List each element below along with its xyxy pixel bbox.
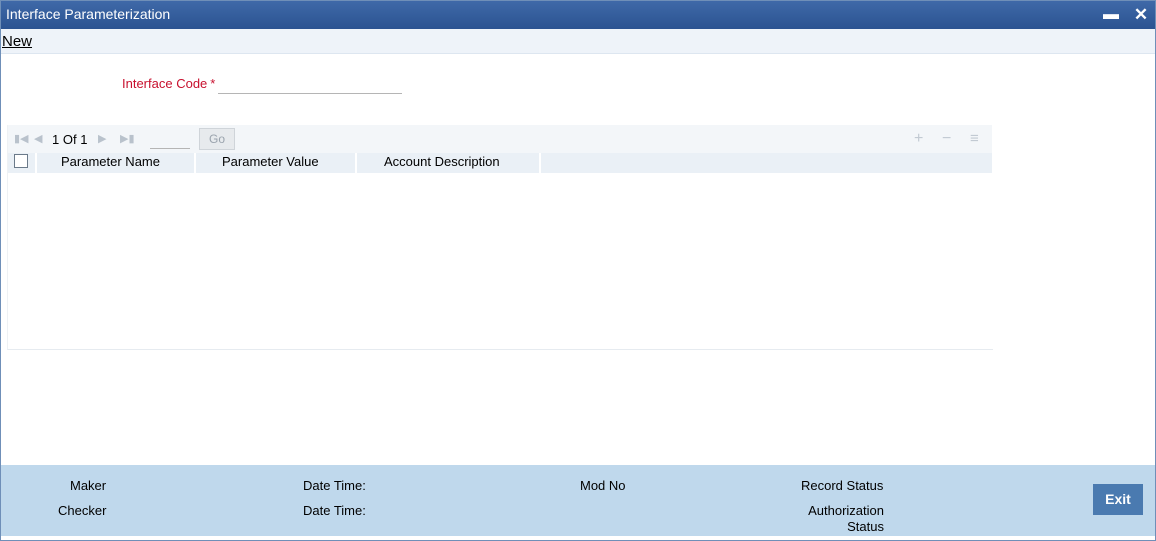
interface-code-label-text: Interface Code <box>122 76 208 91</box>
of-label: Of <box>62 132 77 147</box>
checker-label: Checker <box>58 503 107 518</box>
close-icon[interactable]: ✕ <box>1131 5 1151 25</box>
column-header-parameter-name[interactable]: Parameter Name <box>37 153 196 173</box>
parameters-grid: ▮◀ ◀ 1 Of 1 ▶ ▶▮ Go + − ≡ Parameter Name… <box>7 125 993 350</box>
select-all-cell <box>8 153 37 173</box>
new-link[interactable]: New <box>2 33 32 50</box>
next-page-icon[interactable]: ▶ <box>98 132 106 145</box>
prev-page-icon[interactable]: ◀ <box>34 132 42 145</box>
audit-footer: Maker Checker Date Time: Date Time: Mod … <box>1 465 1155 536</box>
current-page: 1 <box>52 132 60 147</box>
minus-icon[interactable]: − <box>942 130 951 148</box>
go-button[interactable]: Go <box>199 128 235 150</box>
last-page-icon[interactable]: ▶▮ <box>120 132 135 145</box>
grid-header: Parameter Name Parameter Value Account D… <box>8 153 992 173</box>
grid-toolbar: ▮◀ ◀ 1 Of 1 ▶ ▶▮ Go + − ≡ <box>8 125 992 153</box>
title-bar: Interface Parameterization ▬ ✕ <box>1 1 1155 29</box>
column-header-parameter-value[interactable]: Parameter Value <box>196 153 357 173</box>
interface-code-input[interactable] <box>218 74 402 94</box>
authorization-status-label: Authorization Status <box>808 503 884 534</box>
window-title: Interface Parameterization <box>6 6 171 22</box>
select-all-checkbox[interactable] <box>14 154 28 168</box>
required-asterisk: * <box>210 76 216 91</box>
first-page-icon[interactable]: ▮◀ <box>14 132 29 145</box>
column-header-account-description[interactable]: Account Description <box>357 153 541 173</box>
interface-parameterization-window: Interface Parameterization ▬ ✕ New Inter… <box>0 0 1156 541</box>
maker-label: Maker <box>70 478 107 493</box>
maker-date-time-label: Date Time: <box>303 478 366 493</box>
mod-no-label: Mod No <box>580 478 626 493</box>
menu-bar: New <box>1 29 1155 54</box>
total-pages: 1 <box>80 132 88 147</box>
exit-button[interactable]: Exit <box>1093 484 1143 515</box>
checker-date-time-label: Date Time: <box>303 503 366 518</box>
page-indicator: 1 Of 1 <box>52 132 87 147</box>
list-icon[interactable]: ≡ <box>970 130 979 147</box>
plus-icon[interactable]: + <box>914 130 923 148</box>
record-status-label: Record Status <box>801 478 884 493</box>
interface-code-label: Interface Code * <box>122 76 215 91</box>
page-number-input[interactable] <box>150 131 190 149</box>
minimize-icon[interactable]: ▬ <box>1101 5 1121 25</box>
